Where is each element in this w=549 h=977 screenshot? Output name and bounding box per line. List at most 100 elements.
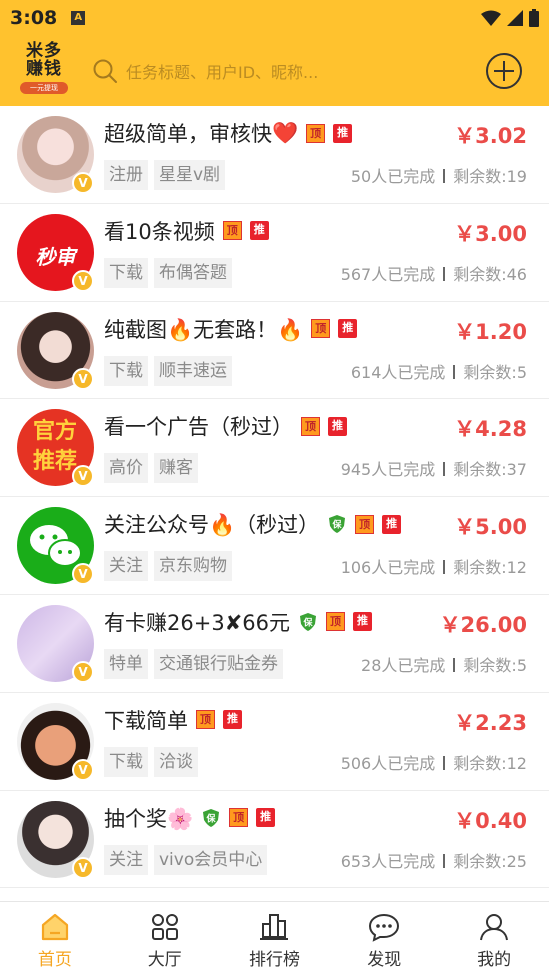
task-type-chip: 下载 xyxy=(104,355,148,386)
tab-home[interactable]: 首页 xyxy=(0,902,110,977)
verified-badge-icon: V xyxy=(72,856,94,879)
task-price: ￥3.00 xyxy=(454,221,527,246)
battery-icon xyxy=(529,9,539,27)
task-title-wrap: 超级简单，审核快 ❤️ 顶推 xyxy=(104,118,353,148)
task-row[interactable]: V 超级简单，审核快 ❤️ 顶推 ￥3.02 注册 星星v剧 50人已完成 剩余数… xyxy=(0,106,549,204)
task-price: ￥5.00 xyxy=(454,515,527,540)
status-time: 3:08 xyxy=(10,7,58,29)
task-completed-count: 28人已完成 xyxy=(361,655,446,675)
verified-badge-icon: V xyxy=(72,269,94,292)
task-remaining-count: 剩余数:12 xyxy=(453,558,527,578)
task-stats: 50人已完成 剩余数:19 xyxy=(351,163,527,187)
task-completed-count: 106人已完成 xyxy=(340,558,436,578)
task-row[interactable]: V 关注公众号🔥（秒过） 保顶推 ￥5.00 关注 京东购物 106人已完成 剩余… xyxy=(0,497,549,595)
task-type-chip: 特单 xyxy=(104,648,148,679)
tag-top: 顶 xyxy=(306,123,326,143)
task-completed-count: 567人已完成 xyxy=(340,264,436,284)
task-row[interactable]: V 下载简单 顶推 ￥2.23 下载 洽谈 506人已完成 剩余数:12 xyxy=(0,693,549,791)
task-stats: 28人已完成 剩余数:5 xyxy=(361,652,527,676)
task-type-chip: 关注 xyxy=(104,844,148,875)
verified-badge-icon: V xyxy=(72,563,94,586)
tag-top: 顶 xyxy=(311,319,331,339)
search-icon xyxy=(93,59,117,83)
task-row[interactable]: 秒审 V 看10条视频 顶推 ￥3.00 下载 布偶答题 567人已完成 剩余数:… xyxy=(0,204,549,302)
task-completed-count: 653人已完成 xyxy=(340,851,436,871)
task-stats: 945人已完成 剩余数:37 xyxy=(341,456,527,480)
task-app-chip: 赚客 xyxy=(154,453,198,484)
tag-top: 顶 xyxy=(229,808,249,828)
task-row[interactable]: V 纯截图🔥无套路！🔥 顶推 ￥1.20 下载 顺丰速运 614人已完成 剩余数:… xyxy=(0,302,549,400)
grid-icon xyxy=(151,914,178,940)
verified-badge-icon: V xyxy=(72,465,94,488)
task-type-chip: 下载 xyxy=(104,257,148,288)
task-title: 下载简单 xyxy=(104,708,188,733)
task-price: ￥4.28 xyxy=(454,417,527,442)
add-task-button[interactable] xyxy=(485,52,523,90)
app-logo: 米多 赚钱 一元提现 xyxy=(18,42,70,98)
user-icon xyxy=(480,914,509,941)
bottom-tab-bar: 首页 大厅 排行榜 发现 我的 xyxy=(0,901,549,977)
task-title: 超级简单，审核快 xyxy=(104,122,272,146)
task-row[interactable]: V 有卡赚26+3✘66元 保 顶推 ￥26.00 特单 交通银行贴金券 28人已… xyxy=(0,595,549,693)
task-title-wrap: 看10条视频 顶推 xyxy=(104,216,269,246)
task-list[interactable]: V 超级简单，审核快 ❤️ 顶推 ￥3.02 注册 星星v剧 50人已完成 剩余数… xyxy=(0,106,549,901)
task-title: 看10条视频 xyxy=(104,219,215,244)
svg-text:保: 保 xyxy=(302,616,313,628)
task-stats: 106人已完成 剩余数:12 xyxy=(341,554,527,578)
task-title: 有卡赚26+3✘66元 xyxy=(104,610,290,635)
tag-bao-icon: 保 xyxy=(329,515,346,534)
task-type-chip: 关注 xyxy=(104,551,148,582)
stats-divider xyxy=(443,266,446,281)
task-title-wrap: 有卡赚26+3✘66元 保 顶推 xyxy=(104,607,372,637)
task-remaining-count: 剩余数:37 xyxy=(453,460,527,480)
task-remaining-count: 剩余数:12 xyxy=(453,753,527,773)
tab-mine[interactable]: 我的 xyxy=(439,902,549,977)
task-app-chip: 洽谈 xyxy=(154,746,198,777)
task-price: ￥3.02 xyxy=(454,124,527,148)
task-row[interactable]: 官方推荐 V 看一个广告（秒过） 顶推 ￥4.28 高价 赚客 945人已完成剩… xyxy=(0,399,549,498)
logo-text-2: 赚钱 xyxy=(26,59,62,79)
tag-recommend: 推 xyxy=(333,123,353,143)
task-price: ￥26.00 xyxy=(439,612,527,637)
task-type-chip: 高价 xyxy=(104,453,148,484)
search-input[interactable]: 任务标题、用户ID、昵称... xyxy=(126,59,318,83)
svg-text:保: 保 xyxy=(206,812,217,824)
task-app-chip: 交通银行贴金券 xyxy=(154,648,283,679)
tab-mine-label: 我的 xyxy=(477,950,512,970)
task-stats: 614人已完成 剩余数:5 xyxy=(351,359,527,383)
verified-badge-icon: V xyxy=(72,367,94,390)
tab-hall[interactable]: 大厅 xyxy=(110,902,220,977)
task-title: 看一个广告（秒过） xyxy=(104,415,293,440)
signal-icon xyxy=(507,10,523,26)
tag-top: 顶 xyxy=(222,221,242,241)
task-title-wrap: 看一个广告（秒过） 顶推 xyxy=(104,411,347,441)
tag-recommend: 推 xyxy=(249,221,269,241)
tab-home-label: 首页 xyxy=(37,950,72,970)
task-remaining-count: 剩余数:19 xyxy=(453,167,527,186)
task-remaining-count: 剩余数:25 xyxy=(453,851,527,871)
chat-icon xyxy=(369,913,400,942)
search-bar[interactable]: 任务标题、用户ID、昵称... xyxy=(92,56,318,86)
task-app-chip: 星星v剧 xyxy=(154,160,226,190)
app-header: 米多 赚钱 一元提现 任务标题、用户ID、昵称... xyxy=(0,36,549,106)
tag-recommend: 推 xyxy=(338,319,358,339)
tab-discover[interactable]: 发现 xyxy=(329,902,439,977)
task-app-chip: 布偶答题 xyxy=(154,257,232,288)
tag-recommend: 推 xyxy=(223,710,242,730)
task-title-wrap: 纯截图🔥无套路！🔥 顶推 xyxy=(104,314,358,344)
tag-top: 顶 xyxy=(301,416,320,436)
avatar-text: 秒审 xyxy=(35,244,76,269)
tab-hall-label: 大厅 xyxy=(147,950,182,970)
task-type-chip: 注册 xyxy=(104,160,148,190)
verified-badge-icon: V xyxy=(72,172,94,194)
task-title-wrap: 关注公众号🔥（秒过） 保顶推 xyxy=(104,509,402,539)
svg-text:保: 保 xyxy=(332,519,343,531)
logo-text-1: 米多 xyxy=(26,41,62,61)
task-title: 关注公众号🔥（秒过） xyxy=(104,513,320,538)
task-row[interactable]: V 抽个奖🌸 保顶推 ￥0.40 关注 vivo会员中心 653人已完成 剩余数:… xyxy=(0,791,549,889)
task-title-emoji: ❤️ xyxy=(272,120,299,145)
wifi-icon xyxy=(481,10,501,26)
tag-recommend: 推 xyxy=(328,416,347,436)
tab-ranking[interactable]: 排行榜 xyxy=(220,902,330,977)
tab-ranking-label: 排行榜 xyxy=(248,950,300,970)
